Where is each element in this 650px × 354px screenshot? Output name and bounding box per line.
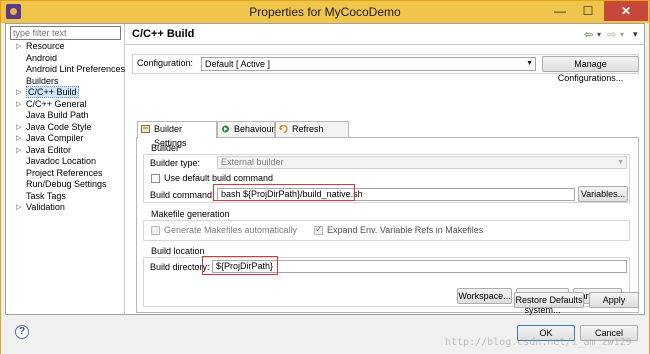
configuration-label: Configuration:: [137, 58, 194, 68]
configuration-row: Configuration: Default [ Active ] ▼ Mana…: [132, 54, 639, 83]
builder-settings-icon: [141, 125, 150, 133]
refresh-icon: [279, 125, 288, 133]
tree-item-project-references[interactable]: Project References: [6, 168, 125, 180]
tree-item-label: Resource: [26, 41, 65, 51]
page-header: C/C++ Build ⇦ ▾ ⇨ ▾ ▾: [126, 24, 644, 45]
highlight-box: [213, 184, 355, 201]
location-group-title: Build location: [151, 246, 205, 256]
page-panel: C/C++ Build ⇦ ▾ ⇨ ▾ ▾ Configuration: Def…: [126, 24, 644, 315]
back-dropdown-icon[interactable]: ▾: [597, 30, 601, 39]
builder-type-label: Builder type:: [150, 158, 201, 168]
configuration-value: Default [ Active ]: [205, 59, 271, 69]
generate-makefiles-label: Generate Makefiles automatically: [164, 225, 298, 235]
tree-item-cpp-general[interactable]: ▷ C/C++ General: [6, 99, 125, 111]
workspace-button[interactable]: Workspace...: [457, 288, 512, 304]
tab-refresh-policy[interactable]: Refresh Policy: [275, 121, 349, 148]
tree-item-cpp-build[interactable]: ▷ C/C++ Build: [6, 86, 125, 99]
tree-item-label: C/C++ Build: [26, 86, 79, 98]
configuration-select[interactable]: Default [ Active ] ▼: [201, 57, 536, 71]
makefile-group-title: Makefile generation: [151, 209, 230, 219]
tree-item-javadoc-location[interactable]: Javadoc Location: [6, 156, 125, 168]
tree-item-label: C/C++ General: [26, 98, 87, 109]
use-default-command-checkbox[interactable]: [151, 174, 160, 183]
tree-item-run-debug-settings[interactable]: Run/Debug Settings: [6, 179, 125, 191]
filter-input[interactable]: [10, 26, 121, 40]
tree-item-android[interactable]: Android: [6, 53, 125, 65]
expand-arrow-icon[interactable]: ▷: [16, 41, 21, 53]
tree-item-label: Android Lint Preferences: [26, 64, 126, 74]
maximize-button[interactable]: ☐: [575, 1, 601, 21]
build-command-label: Build command:: [150, 190, 215, 200]
title-bar[interactable]: Properties for MyCocoDemo — ☐ ✕: [1, 1, 649, 23]
tree-item-label: Validation: [26, 202, 65, 212]
tree-item-android-lint[interactable]: Android Lint Preferences: [6, 64, 125, 76]
chevron-down-icon: ▼: [617, 159, 624, 166]
expand-env-refs-label: Expand Env. Variable Refs in Makefiles: [327, 225, 484, 235]
sidebar: ▷ Resource Android Android Lint Preferenc…: [6, 24, 125, 314]
close-button[interactable]: ✕: [604, 1, 648, 21]
makefile-group: Generate Makefiles automatically Expand …: [143, 220, 630, 241]
tree-item-java-build-path[interactable]: Java Build Path: [6, 110, 125, 122]
tab-label: Builder Settings: [154, 124, 187, 148]
tree-item-label: Java Editor: [26, 144, 72, 155]
tab-label: Behaviour: [234, 124, 275, 134]
apply-button[interactable]: Apply: [589, 292, 639, 308]
generate-makefiles-checkbox[interactable]: [151, 226, 160, 235]
forward-dropdown-icon[interactable]: ▾: [620, 30, 624, 39]
expand-arrow-icon[interactable]: ▷: [16, 87, 21, 99]
behaviour-icon: [222, 125, 229, 133]
view-menu-icon[interactable]: ▾: [633, 29, 638, 40]
properties-dialog: Properties for MyCocoDemo — ☐ ✕ ▷ Resourc…: [0, 0, 650, 354]
page-title: C/C++ Build: [132, 28, 195, 40]
expand-arrow-icon[interactable]: ▷: [16, 122, 21, 134]
dialog-footer: ? OK Cancel: [1, 316, 649, 354]
build-directory-label: Build directory:: [150, 262, 210, 272]
expand-env-refs-checkbox[interactable]: [314, 224, 323, 235]
tree-item-label: Java Build Path: [26, 110, 89, 120]
tree-item-java-editor[interactable]: ▷ Java Editor: [6, 145, 125, 157]
watermark: http://blog.csdn.net/i_am_zw129: [445, 337, 632, 348]
expand-arrow-icon[interactable]: ▷: [16, 145, 21, 157]
tree-item-java-code-style[interactable]: ▷ Java Code Style: [6, 122, 125, 134]
highlight-box: [202, 256, 278, 275]
tree-item-java-compiler[interactable]: ▷ Java Compiler: [6, 133, 125, 145]
manage-configurations-button[interactable]: Manage Configurations...: [542, 56, 639, 83]
tree-item-label: Builders: [26, 75, 59, 86]
tab-behaviour[interactable]: Behaviour: [217, 121, 275, 137]
minimize-button[interactable]: —: [547, 1, 573, 21]
dialog-body: ▷ Resource Android Android Lint Preferenc…: [5, 23, 645, 315]
builder-type-select: External builder ▼: [217, 156, 627, 169]
expand-arrow-icon[interactable]: ▷: [16, 133, 21, 145]
tree-item-label: Javadoc Location: [26, 156, 97, 166]
forward-arrow-icon[interactable]: ⇨: [607, 28, 616, 41]
tree-item-resource[interactable]: ▷ Resource: [6, 41, 125, 53]
expand-arrow-icon[interactable]: ▷: [16, 99, 21, 111]
help-icon[interactable]: ?: [15, 325, 29, 339]
tree-item-label: Android: [26, 52, 58, 63]
tree-item-validation[interactable]: ▷ Validation: [6, 202, 125, 214]
tree-item-label: Task Tags: [26, 190, 66, 201]
back-arrow-icon[interactable]: ⇦: [584, 28, 593, 41]
chevron-down-icon[interactable]: ▼: [526, 58, 533, 70]
tab-builder-settings[interactable]: Builder Settings: [137, 121, 217, 148]
tree-item-label: Java Code Style: [26, 121, 92, 132]
builder-settings-panel: Builder Builder type: External builder ▼…: [136, 137, 639, 315]
property-tree: ▷ Resource Android Android Lint Preferenc…: [6, 41, 125, 214]
expand-arrow-icon[interactable]: ▷: [16, 202, 21, 214]
page-content: Configuration: Default [ Active ] ▼ Mana…: [132, 51, 640, 315]
tree-item-task-tags[interactable]: Task Tags: [6, 191, 125, 203]
command-variables-button[interactable]: Variables...: [578, 186, 628, 202]
tree-item-label: Project References: [26, 167, 103, 178]
use-default-command-label: Use default build command: [164, 173, 274, 183]
restore-defaults-button[interactable]: Restore Defaults: [514, 292, 584, 308]
tree-item-label: Java Compiler: [26, 133, 84, 143]
builder-type-value: External builder: [221, 157, 284, 167]
tree-item-label: Run/Debug Settings: [26, 179, 107, 189]
